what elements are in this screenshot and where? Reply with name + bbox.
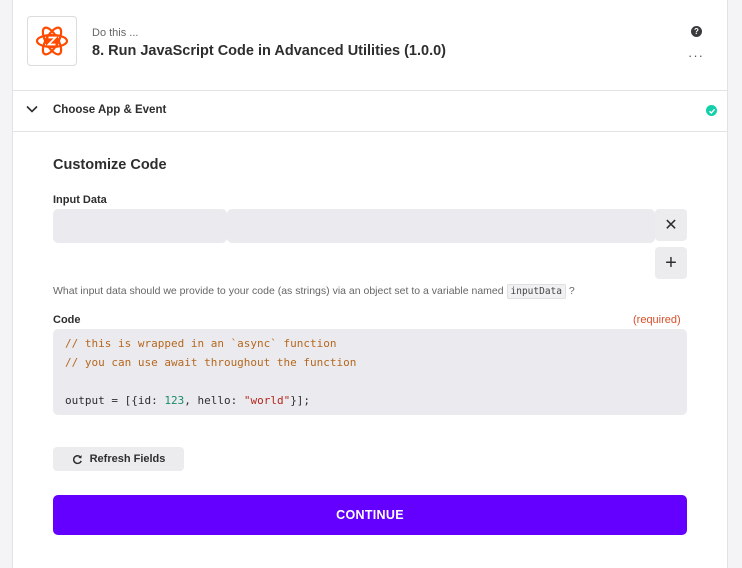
refresh-fields-label: Refresh Fields — [89, 453, 166, 465]
choose-app-event-section[interactable]: Choose App & Event — [13, 91, 727, 132]
input-data-value-field[interactable] — [227, 209, 655, 243]
code-token: output = [{id: — [65, 394, 165, 407]
close-icon: ✕ — [664, 217, 678, 234]
add-row-button[interactable]: + — [655, 247, 687, 279]
code-token: , hello: — [184, 394, 244, 407]
input-data-help-text: What input data should we provide to you… — [53, 284, 575, 299]
code-label: Code — [53, 314, 81, 326]
more-options-icon[interactable]: ··· — [688, 49, 704, 62]
plus-icon: + — [665, 251, 677, 274]
refresh-icon — [72, 454, 82, 464]
remove-row-button[interactable]: ✕ — [655, 209, 687, 241]
code-line-4: output = [{id: 123, hello: "world"}]; — [65, 391, 310, 410]
check-circle-icon — [706, 105, 717, 116]
code-token-string: "world" — [243, 394, 291, 407]
chevron-down-icon[interactable] — [25, 102, 39, 116]
step-title: 8. Run JavaScript Code in Advanced Utili… — [92, 43, 447, 59]
continue-button[interactable]: CONTINUE — [53, 495, 687, 535]
step-subtitle: Do this ... — [92, 27, 139, 39]
customize-code-heading: Customize Code — [53, 157, 167, 173]
help-text-suffix: ? — [568, 285, 575, 297]
code-token-number: 123 — [164, 394, 185, 407]
refresh-fields-button[interactable]: Refresh Fields — [53, 447, 184, 471]
help-text-prefix: What input data should we provide to you… — [53, 285, 504, 297]
atom-icon — [35, 26, 69, 56]
app-logo — [27, 16, 77, 66]
required-indicator: (required) — [633, 314, 681, 326]
step-card: Do this ... 8. Run JavaScript Code in Ad… — [12, 0, 728, 568]
section-label: Choose App & Event — [53, 104, 167, 116]
code-line-2: // you can use await throughout the func… — [65, 356, 357, 369]
help-text-code: inputData — [506, 284, 566, 299]
code-token: }]; — [290, 394, 311, 407]
code-editor[interactable]: // this is wrapped in an `async` functio… — [53, 329, 687, 415]
code-line-1: // this is wrapped in an `async` functio… — [65, 337, 337, 350]
step-header[interactable]: Do this ... 8. Run JavaScript Code in Ad… — [13, 0, 727, 91]
input-data-label: Input Data — [53, 194, 107, 206]
input-data-key-field[interactable] — [53, 209, 227, 243]
help-icon[interactable]: ? — [691, 26, 702, 37]
